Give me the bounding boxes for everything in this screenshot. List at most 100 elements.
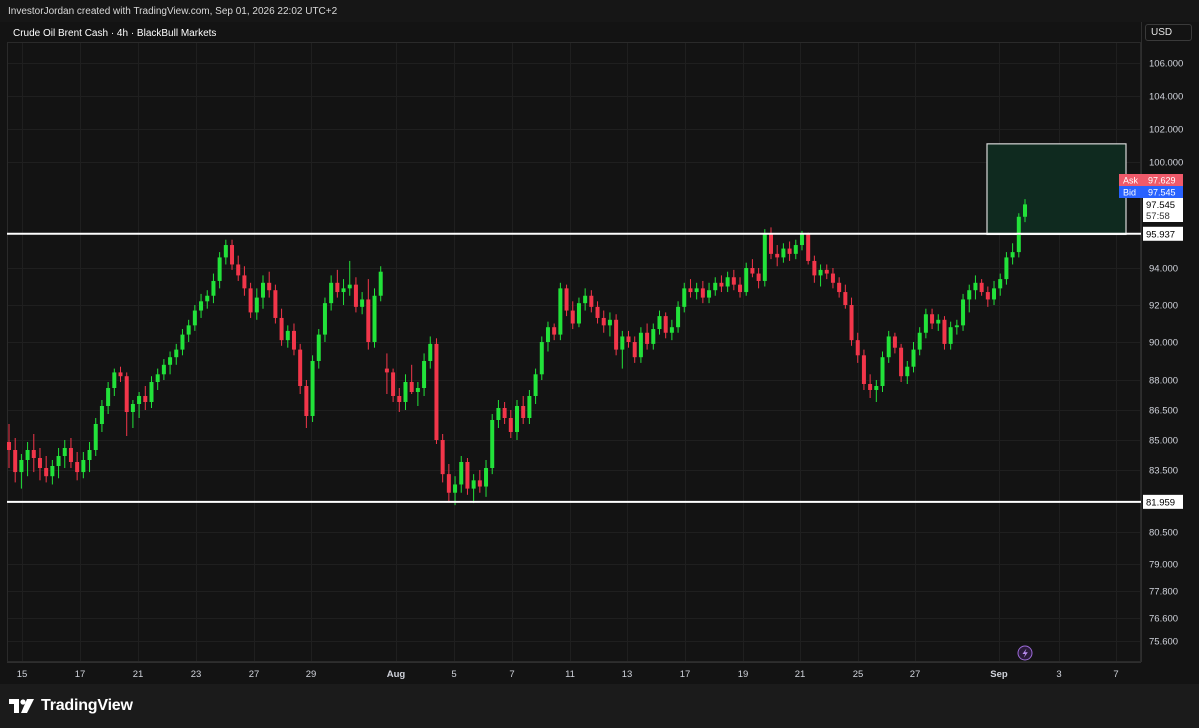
bid-tag-label: Bid bbox=[1123, 188, 1136, 198]
level-label-0: 95.937 bbox=[1146, 229, 1175, 240]
candles bbox=[7, 199, 1027, 506]
candle-body bbox=[626, 336, 631, 342]
candle-body bbox=[242, 275, 247, 289]
candle bbox=[409, 364, 414, 394]
candle-body bbox=[397, 396, 402, 402]
tradingview-logo-text: TradingView bbox=[41, 697, 133, 714]
candle-body bbox=[44, 468, 49, 477]
candle-body bbox=[719, 282, 724, 287]
candle bbox=[211, 273, 216, 304]
candle-body bbox=[985, 292, 990, 300]
candle bbox=[254, 288, 259, 320]
lightning-icon[interactable] bbox=[1017, 645, 1033, 661]
candle bbox=[180, 329, 185, 356]
candle-body bbox=[353, 284, 358, 307]
candle bbox=[217, 252, 222, 289]
price-tick-1: 104.000 bbox=[1149, 92, 1183, 103]
candle bbox=[422, 353, 427, 396]
currency-selector[interactable]: USD bbox=[1145, 24, 1192, 41]
candle bbox=[992, 280, 997, 305]
candle bbox=[273, 284, 278, 324]
candle bbox=[539, 336, 544, 380]
candle bbox=[484, 460, 489, 497]
candle-body bbox=[682, 288, 687, 307]
candle bbox=[230, 239, 235, 270]
time-tick-5: 29 bbox=[306, 669, 317, 680]
candle-body bbox=[428, 343, 433, 361]
candle bbox=[874, 380, 879, 402]
candle-body bbox=[192, 310, 197, 326]
candle-body bbox=[874, 386, 879, 390]
candle bbox=[595, 301, 600, 324]
candle bbox=[775, 245, 780, 267]
candle-body bbox=[1010, 252, 1015, 258]
candle bbox=[936, 314, 941, 331]
candle-body bbox=[781, 248, 786, 258]
candle bbox=[502, 402, 507, 424]
candle-body bbox=[372, 295, 377, 342]
candle-body bbox=[31, 450, 36, 458]
candle bbox=[855, 332, 860, 363]
last-price-value: 97.545 bbox=[1146, 200, 1175, 211]
candle-body bbox=[161, 364, 166, 375]
candle-body bbox=[137, 396, 142, 404]
candle-body bbox=[19, 460, 24, 473]
candle bbox=[434, 338, 439, 444]
candle-body bbox=[106, 388, 111, 406]
candle-body bbox=[923, 314, 928, 333]
candle-body bbox=[806, 234, 811, 261]
candle bbox=[614, 314, 619, 356]
candle bbox=[279, 308, 284, 346]
candle bbox=[589, 290, 594, 313]
price-chart[interactable]: 95.937 81.959 106.000 104.000 102.000 100.00… bbox=[0, 0, 1199, 684]
candle-body bbox=[936, 319, 941, 324]
candle-body bbox=[589, 295, 594, 307]
candle bbox=[372, 288, 377, 348]
candle bbox=[186, 319, 191, 342]
candle bbox=[824, 264, 829, 280]
candle-body bbox=[37, 458, 42, 468]
candle bbox=[25, 442, 30, 477]
candle bbox=[335, 269, 340, 298]
candle bbox=[112, 368, 117, 396]
time-tick-10: 13 bbox=[622, 669, 633, 680]
candle-body bbox=[93, 424, 98, 450]
candle-body bbox=[1023, 204, 1027, 217]
candle-body bbox=[954, 325, 959, 328]
candle-body bbox=[62, 448, 67, 456]
candle-body bbox=[849, 305, 854, 341]
candle-body bbox=[663, 316, 668, 333]
candle-body bbox=[409, 382, 414, 392]
candle bbox=[620, 330, 625, 369]
candle-body bbox=[261, 282, 265, 298]
target-zone-box[interactable] bbox=[986, 143, 1127, 236]
candle-body bbox=[799, 234, 804, 246]
candle-body bbox=[911, 349, 916, 367]
candle-body bbox=[855, 340, 860, 356]
candle bbox=[830, 268, 835, 289]
candle-body bbox=[391, 372, 396, 396]
candle bbox=[979, 279, 984, 296]
candle-body bbox=[329, 282, 334, 304]
candle-body bbox=[515, 406, 519, 432]
candle-body bbox=[434, 343, 439, 440]
candle bbox=[477, 470, 482, 493]
candle-body bbox=[638, 332, 643, 358]
price-tick-4: 94.000 bbox=[1149, 264, 1178, 275]
candle bbox=[651, 323, 656, 350]
candle bbox=[669, 319, 674, 341]
candle bbox=[601, 310, 606, 333]
candle bbox=[663, 312, 668, 339]
candle-body bbox=[453, 484, 458, 493]
candle-body bbox=[267, 282, 272, 291]
candle-body bbox=[112, 372, 117, 388]
candle-body bbox=[830, 273, 835, 283]
candle bbox=[471, 474, 476, 504]
time-tick-17: 3 bbox=[1056, 669, 1061, 680]
ask-tag-value: 97.629 bbox=[1148, 176, 1176, 186]
tradingview-logo[interactable]: TradingView bbox=[9, 697, 133, 715]
candle bbox=[199, 293, 204, 318]
candle-body bbox=[459, 462, 464, 485]
candle bbox=[973, 275, 978, 300]
candle-body bbox=[75, 462, 80, 473]
